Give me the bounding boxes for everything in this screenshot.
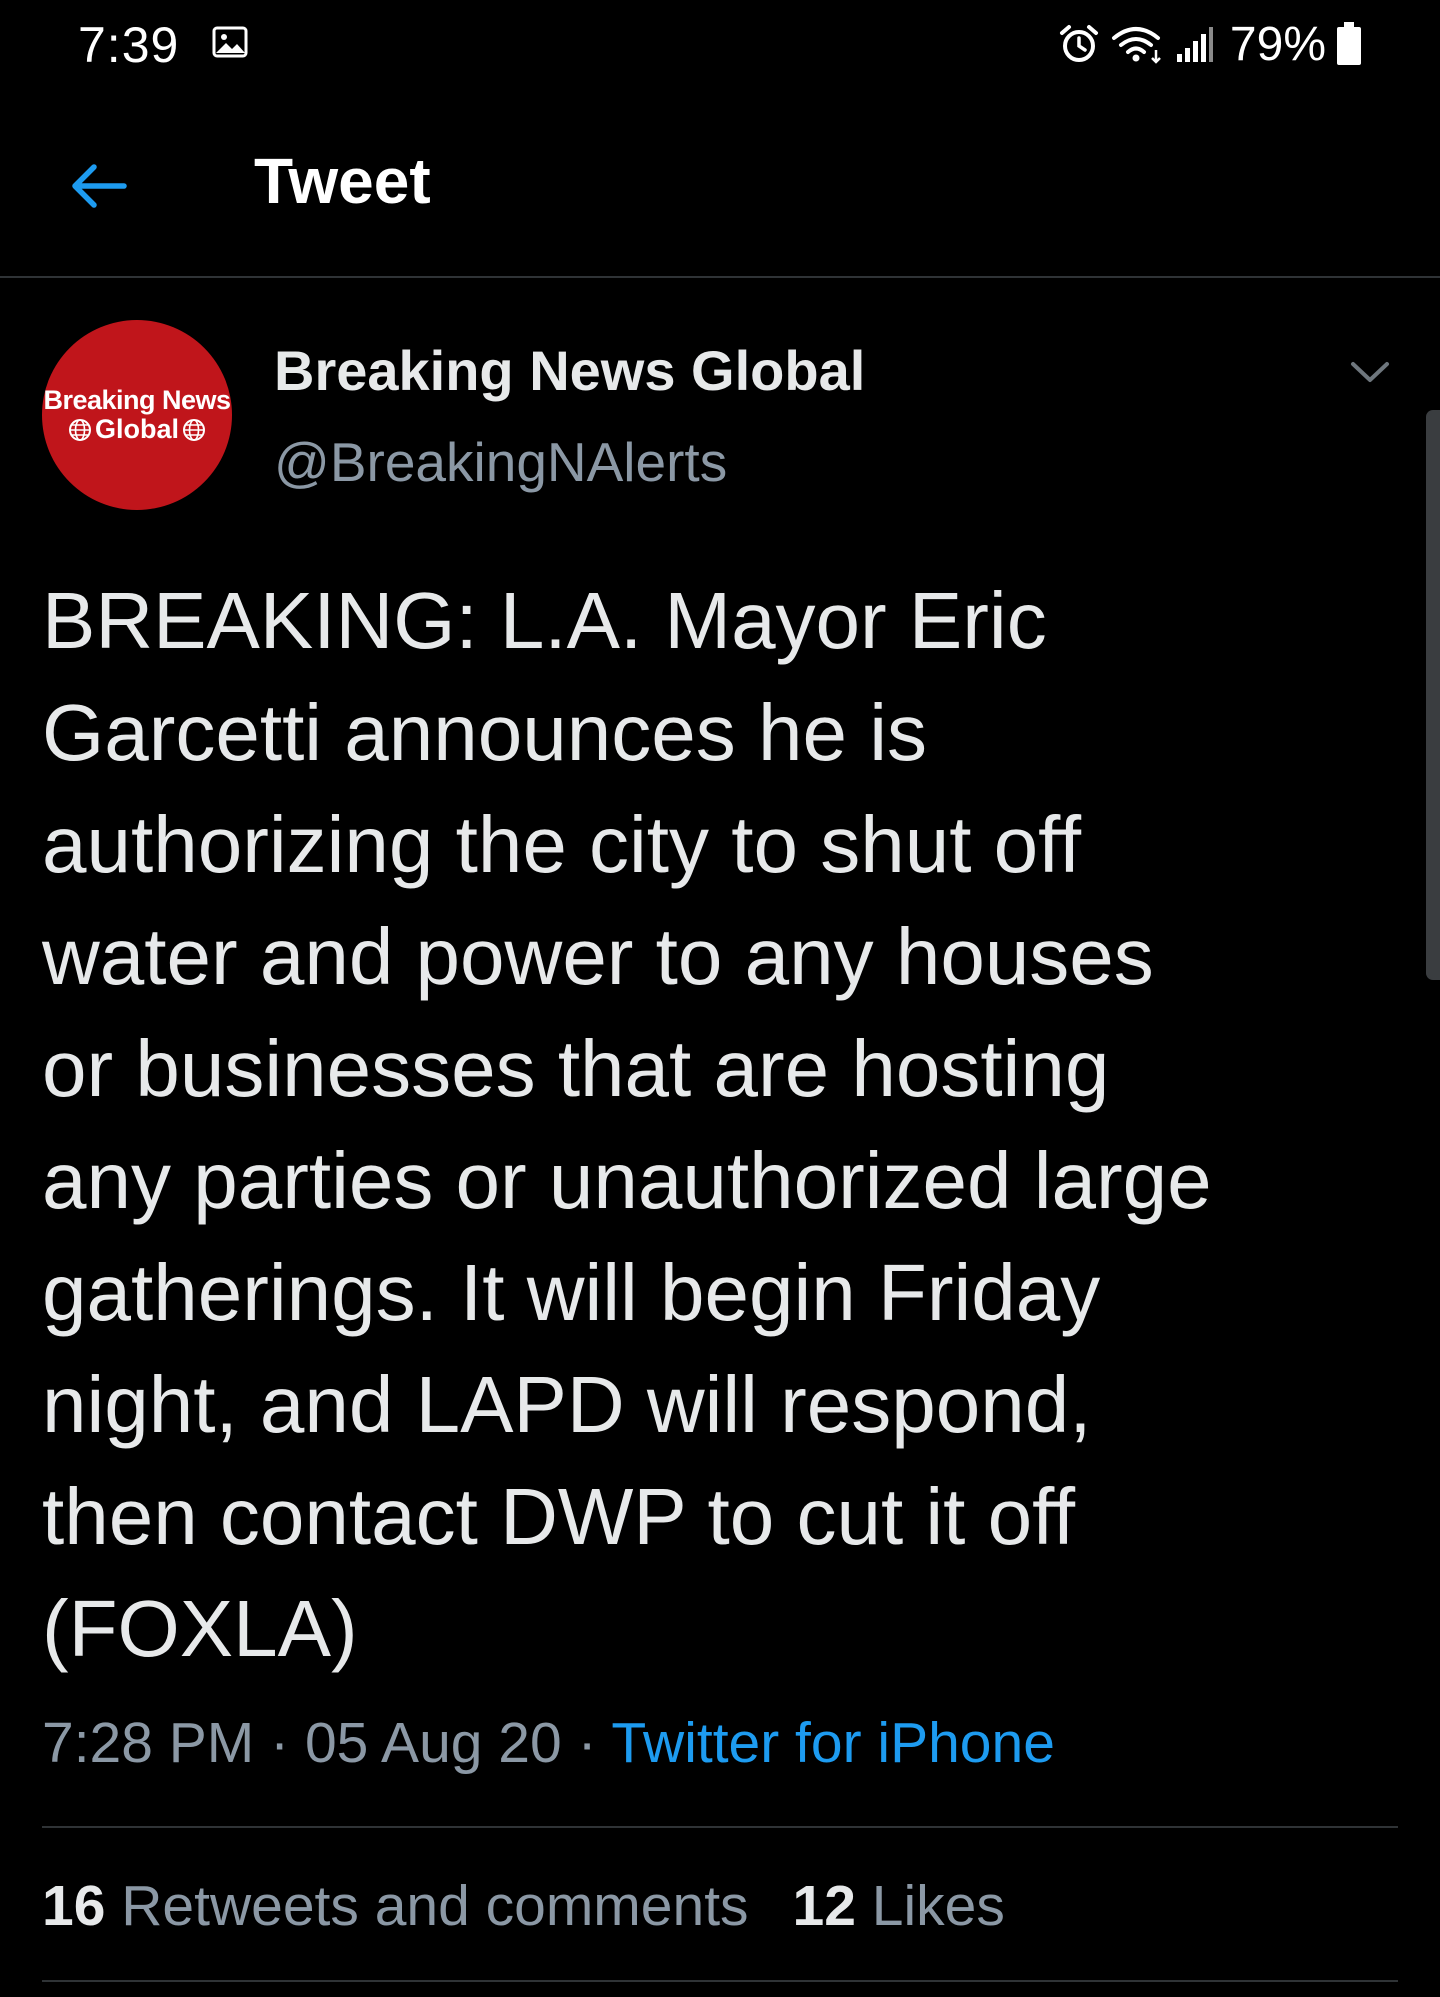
tweet-text-line: night, and LAPD will respond, bbox=[42, 1360, 1092, 1449]
tweet-text-line: authorizing the city to shut off bbox=[42, 800, 1082, 889]
tweet-metadata: 7:28 PM · 05 Aug 20 · Twitter for iPhone bbox=[42, 1710, 1055, 1776]
globe-icon bbox=[183, 418, 205, 441]
divider bbox=[42, 1826, 1398, 1828]
retweets-label: Retweets and comments bbox=[121, 1874, 749, 1938]
avatar-text-line1: Breaking News bbox=[43, 385, 231, 415]
gallery-icon bbox=[212, 26, 248, 58]
tweet-text: BREAKING: L.A. Mayor Eric Garcetti annou… bbox=[42, 565, 1402, 1685]
status-icons: 79% bbox=[1058, 14, 1362, 74]
divider bbox=[42, 1980, 1398, 1982]
status-time: 7:39 bbox=[78, 17, 180, 73]
arrow-left-icon bbox=[72, 164, 127, 208]
separator-dot: · bbox=[577, 1711, 597, 1775]
page-title: Tweet bbox=[254, 145, 431, 217]
separator-dot: · bbox=[270, 1711, 290, 1775]
back-button[interactable] bbox=[58, 146, 138, 226]
avatar[interactable]: Breaking News Global bbox=[42, 320, 232, 510]
likes-stat[interactable]: 12 Likes bbox=[793, 1873, 1005, 1939]
tweet-text-line: water and power to any houses bbox=[42, 912, 1154, 1001]
tweet-text-line: or businesses that are hosting bbox=[42, 1024, 1110, 1113]
status-bar: 7:39 79% bbox=[0, 0, 1440, 100]
chevron-down-icon bbox=[1351, 362, 1389, 382]
tweet-text-line: Garcetti announces he is bbox=[42, 688, 927, 777]
retweets-count: 16 bbox=[42, 1874, 106, 1938]
tweet-text-line: any parties or unauthorized large bbox=[42, 1136, 1212, 1225]
tweet-time: 7:28 PM bbox=[42, 1711, 255, 1775]
author-handle[interactable]: @BreakingNAlerts bbox=[274, 430, 727, 494]
battery-icon bbox=[1337, 22, 1361, 65]
tweet-text-line: then contact DWP to cut it off bbox=[42, 1472, 1076, 1561]
tweet-source-link[interactable]: Twitter for iPhone bbox=[611, 1711, 1055, 1775]
tweet-text-line: gatherings. It will begin Friday bbox=[42, 1248, 1101, 1337]
avatar-text-line2: Global bbox=[94, 414, 179, 444]
author-name[interactable]: Breaking News Global bbox=[274, 338, 865, 403]
globe-icon bbox=[68, 418, 91, 441]
tweet-date: 05 Aug 20 bbox=[304, 1711, 562, 1775]
tweet-stats: 16 Retweets and comments 12 Likes bbox=[42, 1873, 1005, 1939]
signal-icon bbox=[1176, 27, 1213, 62]
likes-label: Likes bbox=[871, 1874, 1005, 1938]
tweet-menu-button[interactable] bbox=[1340, 350, 1400, 394]
tweet-header: Tweet bbox=[0, 100, 1440, 278]
retweets-stat[interactable]: 16 Retweets and comments bbox=[42, 1873, 749, 1939]
battery-percentage: 79% bbox=[1229, 17, 1326, 71]
wifi-icon bbox=[1111, 27, 1161, 64]
likes-count: 12 bbox=[792, 1874, 856, 1938]
scrollbar[interactable] bbox=[1426, 410, 1440, 980]
alarm-icon bbox=[1059, 25, 1098, 62]
tweet-text-line: (FOXLA) bbox=[42, 1584, 358, 1673]
tweet-text-line: BREAKING: L.A. Mayor Eric bbox=[42, 576, 1047, 665]
